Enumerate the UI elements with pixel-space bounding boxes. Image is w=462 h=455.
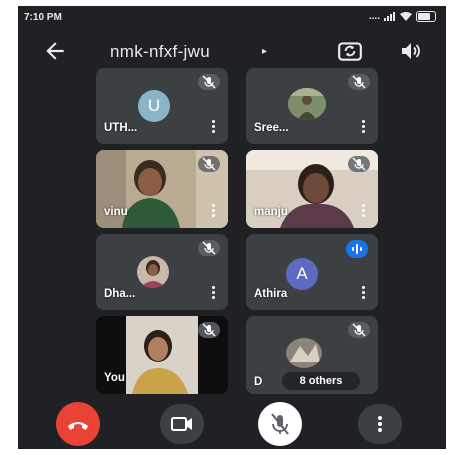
more-options-icon[interactable] [362, 286, 366, 300]
more-options-icon[interactable] [212, 120, 216, 134]
participant-avatar: A [286, 258, 318, 290]
others-count-badge[interactable]: 8 others [282, 372, 360, 390]
mic-off-icon [271, 413, 289, 435]
avatar-letter: U [147, 96, 161, 115]
participant-name: Athira [254, 288, 288, 300]
meet-call-screen: 7:10 PM .... nmk-nfxf-jwu ▸ U UTH... Sre… [18, 6, 446, 449]
status-icons: .... [369, 11, 436, 22]
participant-avatar [288, 88, 326, 120]
meeting-details-caret-icon[interactable]: ▸ [262, 46, 267, 57]
battery-icon [416, 11, 436, 22]
participant-name: Dha... [104, 288, 136, 300]
wifi-icon [400, 12, 412, 21]
mic-off-icon [348, 74, 370, 90]
mic-off-icon [198, 74, 220, 90]
mic-off-icon [198, 156, 220, 172]
participant-name: Sree... [254, 122, 289, 134]
mic-off-icon [198, 240, 220, 256]
camera-button[interactable] [160, 404, 204, 444]
speaker-icon[interactable] [399, 39, 423, 63]
end-call-button[interactable] [56, 402, 100, 446]
more-options-button[interactable] [358, 404, 402, 444]
participant-name: vinu [104, 206, 128, 218]
participant-avatar: U [138, 90, 170, 122]
status-bar: 7:10 PM .... [18, 6, 446, 30]
participant-tile[interactable]: A Athira [246, 234, 378, 310]
participant-tile[interactable]: U UTH... [96, 68, 228, 144]
avatar-letter: A [296, 264, 308, 283]
more-vert-icon [378, 416, 382, 432]
participant-name: manju [254, 206, 288, 218]
microphone-button[interactable] [258, 402, 302, 446]
top-bar: nmk-nfxf-jwu ▸ [18, 30, 446, 74]
back-arrow-icon[interactable] [42, 38, 68, 64]
participant-tile[interactable]: Sree... [246, 68, 378, 144]
participant-name: D [254, 376, 263, 388]
participant-tile[interactable]: Dha... [96, 234, 228, 310]
call-controls [18, 396, 446, 449]
participant-tile[interactable]: D 8 others [246, 316, 378, 394]
mic-off-icon [198, 322, 220, 338]
more-options-icon[interactable] [362, 120, 366, 134]
hang-up-icon [68, 422, 88, 430]
participant-tile[interactable]: vinu [96, 150, 228, 228]
network-indicator: .... [368, 11, 380, 22]
speaking-indicator-icon [346, 240, 368, 258]
meeting-code[interactable]: nmk-nfxf-jwu [110, 42, 210, 62]
more-options-icon[interactable] [362, 204, 366, 218]
participant-name: You [104, 372, 125, 384]
status-time: 7:10 PM [24, 12, 62, 23]
switch-camera-icon[interactable] [337, 38, 363, 64]
video-camera-icon [171, 417, 192, 431]
more-options-icon[interactable] [212, 204, 216, 218]
signal-icon [384, 12, 395, 21]
participant-tile[interactable]: manju [246, 150, 378, 228]
mic-off-icon [348, 322, 370, 338]
more-options-icon[interactable] [212, 286, 216, 300]
participant-name: UTH... [104, 122, 138, 134]
participant-tile[interactable]: You [96, 316, 228, 394]
participant-avatar [136, 256, 170, 288]
mic-off-icon [348, 156, 370, 172]
participant-avatar [286, 338, 322, 368]
